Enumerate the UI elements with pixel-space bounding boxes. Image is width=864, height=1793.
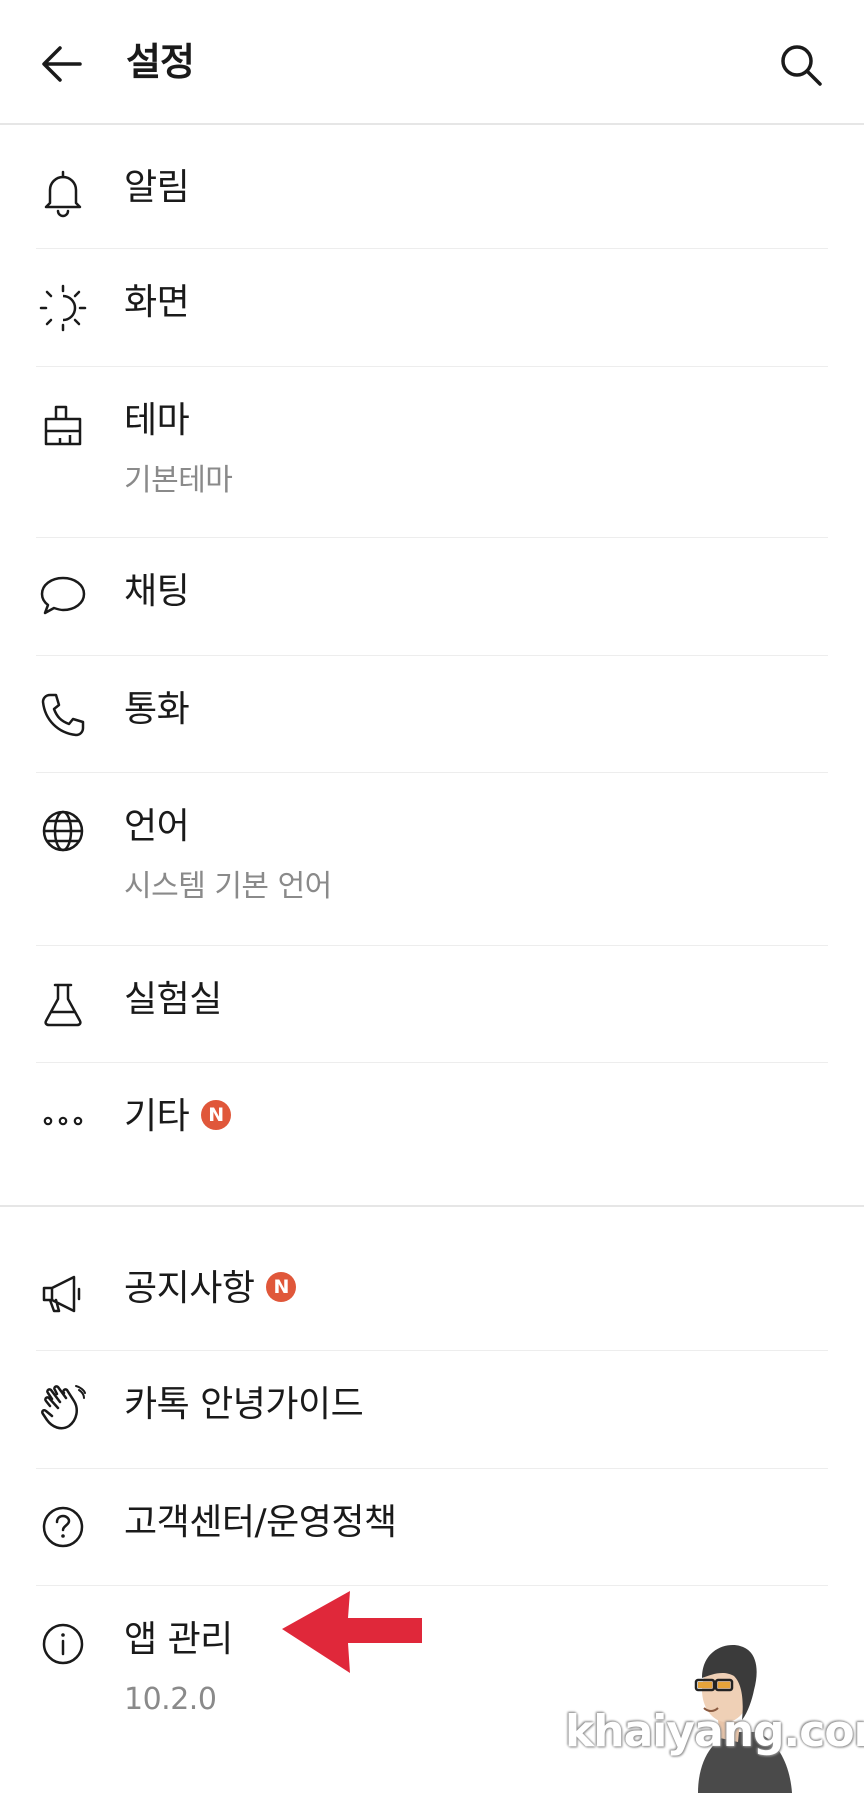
- phone-icon: [38, 690, 88, 740]
- item-label: 알림: [124, 167, 190, 208]
- item-label: 기타: [124, 1096, 190, 1137]
- settings-item-theme[interactable]: 테마 기본테마: [0, 367, 864, 537]
- settings-item-lab[interactable]: 실험실: [0, 946, 864, 1062]
- item-label: 실험실: [124, 979, 222, 1020]
- item-label: 화면: [124, 282, 190, 323]
- arrow-left-icon[interactable]: [38, 40, 88, 88]
- watermark-text: khaiyang.com: [565, 1706, 864, 1757]
- settings-item-call[interactable]: 통화: [0, 656, 864, 772]
- item-label: 언어: [124, 806, 190, 847]
- item-label: 통화: [124, 689, 190, 730]
- brightness-icon: [38, 283, 88, 333]
- settings-item-display[interactable]: 화면: [0, 249, 864, 366]
- section-divider: [0, 1205, 864, 1207]
- item-label-with-badge: 기타 N: [124, 1093, 232, 1141]
- settings-item-notice[interactable]: 공지사항 N: [0, 1237, 864, 1350]
- item-label: 공지사항: [124, 1268, 255, 1309]
- item-label: 카톡 안녕가이드: [124, 1384, 364, 1425]
- new-badge: N: [266, 1272, 297, 1302]
- search-icon[interactable]: [776, 40, 826, 90]
- item-label: 테마: [124, 400, 190, 441]
- chat-bubble-icon: [38, 571, 88, 621]
- annotation-arrow-icon: [280, 1585, 425, 1680]
- settings-item-hello-guide[interactable]: 카톡 안녕가이드: [0, 1351, 864, 1468]
- settings-item-etc[interactable]: 기타 N: [0, 1063, 864, 1203]
- settings-item-notifications[interactable]: 알림: [0, 130, 864, 248]
- item-label: 채팅: [124, 571, 190, 612]
- item-subtext: 시스템 기본 언어: [124, 869, 332, 904]
- help-circle-icon: [38, 1502, 88, 1552]
- item-subtext: 기본테마: [124, 463, 233, 498]
- settings-item-chat[interactable]: 채팅: [0, 538, 864, 655]
- item-subtext: 10.2.0: [124, 1682, 217, 1717]
- globe-icon: [38, 806, 88, 856]
- item-label-with-badge: 공지사항 N: [124, 1265, 297, 1313]
- app-header: 설정: [0, 0, 864, 125]
- flask-icon: [38, 980, 88, 1030]
- item-label: 고객센터/운영정책: [124, 1502, 397, 1543]
- item-label: 앱 관리: [124, 1619, 233, 1660]
- new-badge: N: [201, 1100, 232, 1130]
- waving-hand-icon: [38, 1384, 88, 1434]
- page-title: 설정: [126, 40, 195, 84]
- bell-icon: [38, 168, 88, 218]
- settings-item-customer-center[interactable]: 고객센터/운영정책: [0, 1469, 864, 1585]
- info-circle-icon: [38, 1619, 88, 1669]
- settings-item-language[interactable]: 언어 시스템 기본 언어: [0, 773, 864, 945]
- theme-brush-icon: [38, 401, 88, 451]
- megaphone-icon: [38, 1269, 88, 1319]
- more-dots-icon: [38, 1096, 88, 1146]
